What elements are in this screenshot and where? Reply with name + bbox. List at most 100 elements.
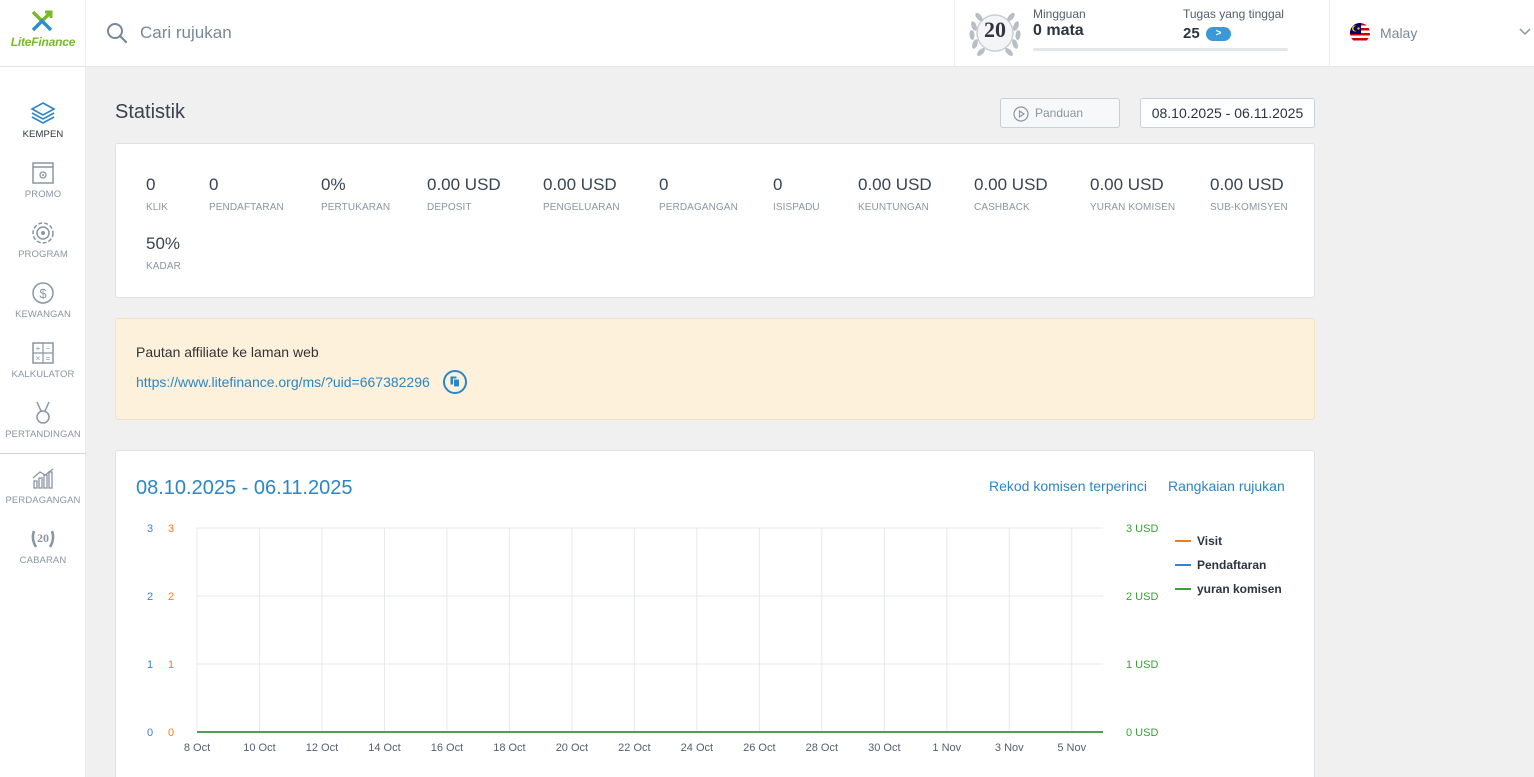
search-input[interactable] (140, 18, 840, 48)
stat-label: PENGELUARAN (543, 202, 620, 213)
malaysia-flag-icon (1350, 23, 1370, 43)
x-tick-label: 12 Oct (306, 742, 338, 754)
y-left-tick-label: 2 (147, 591, 153, 603)
tasks-open-button[interactable]: > (1206, 27, 1231, 41)
calculator-icon: + − × = (32, 342, 54, 364)
sidebar-item-kewangan[interactable]: $ KEWANGAN (0, 280, 86, 336)
sidebar-item-label: PERDAGANGAN (5, 495, 81, 506)
guide-button-label: Panduan (1035, 106, 1084, 120)
sidebar-divider (0, 453, 86, 454)
stat-value: 0.00 USD (543, 175, 617, 194)
date-range-picker[interactable]: 08.10.2025 - 06.11.2025 (1140, 98, 1315, 128)
litefinance-logo-icon (31, 10, 53, 32)
sidebar-item-label: PROMO (24, 189, 62, 200)
y-left-tick-label: 1 (147, 659, 153, 671)
weekly-badge-number: 20 (984, 17, 1006, 42)
stat-label: DEPOSIT (427, 202, 472, 213)
copy-link-button[interactable] (443, 370, 467, 394)
sidebar-item-cabaran[interactable]: 20 CABARAN (0, 526, 86, 582)
sidebar-item-pertandingan[interactable]: PERTANDINGAN (0, 400, 86, 456)
sidebar-item-program[interactable]: PROGRAM (0, 220, 86, 276)
promo-window-icon (32, 162, 54, 184)
sidebar-item-promo[interactable]: PROMO (0, 160, 86, 216)
y-left-tick-label: 0 (147, 727, 153, 739)
search-icon (107, 23, 128, 44)
stat-sub-commission: 0.00 USD SUB-KOMISYEN (1210, 175, 1288, 213)
stat-value: 0.00 USD (427, 175, 501, 194)
stat-conversion: 0% PERTUKARAN (321, 175, 390, 213)
stat-cashback: 0.00 USD CASHBACK (974, 175, 1048, 213)
guide-button[interactable]: Panduan (1000, 98, 1120, 128)
sidebar-item-label: KEMPEN (22, 129, 64, 140)
weekly-label: Mingguan (1033, 7, 1086, 21)
tasks-remaining-value: 25 (1183, 25, 1200, 42)
stat-label: KADAR (146, 261, 181, 272)
stat-value: 0.00 USD (974, 175, 1048, 194)
x-tick-label: 8 Oct (184, 742, 210, 754)
stat-clicks: 0 KLIK (146, 175, 168, 213)
target-gear-icon (32, 222, 54, 244)
stat-label: PERDAGANGAN (659, 202, 738, 213)
affiliate-link-card: Pautan affiliate ke laman web https://ww… (115, 318, 1315, 420)
stat-label: PENDAFTARAN (209, 202, 284, 213)
x-tick-label: 28 Oct (806, 742, 838, 754)
language-label: Malay (1380, 25, 1418, 41)
brand-logo[interactable]: LiteFinance (0, 0, 86, 67)
svg-text:=: = (46, 354, 51, 363)
stat-value: 0 (659, 175, 669, 194)
y-left2-tick-label: 2 (168, 591, 174, 603)
sidebar-item-kalkulator[interactable]: + − × = KALKULATOR (0, 340, 86, 396)
affiliate-link-title: Pautan affiliate ke laman web (136, 344, 319, 360)
stat-label: SUB-KOMISYEN (1210, 202, 1288, 213)
x-tick-label: 30 Oct (868, 742, 900, 754)
sidebar-item-label: PERTANDINGAN (5, 429, 81, 440)
sidebar-item-kempen[interactable]: KEMPEN (0, 100, 86, 156)
x-tick-label: 1 Nov (932, 742, 961, 754)
stat-trades: 0 PERDAGANGAN (659, 175, 738, 213)
stat-deposit: 0.00 USD DEPOSIT (427, 175, 501, 213)
sidebar-item-perdagangan[interactable]: PERDAGANGAN (0, 466, 86, 522)
y-right-tick-label: 0 USD (1126, 727, 1158, 739)
weekly-points-panel[interactable]: 20 Mingguan 0 mata Tugas yang tinggal 25… (954, 0, 1330, 67)
svg-text:$: $ (39, 286, 47, 301)
weekly-points-value: 0 mata (1033, 22, 1084, 39)
stat-registrations: 0 PENDAFTARAN (209, 175, 284, 213)
affiliate-link[interactable]: https://www.litefinance.org/ms/?uid=6673… (136, 374, 430, 390)
stat-label: KLIK (146, 202, 169, 213)
x-tick-label: 22 Oct (618, 742, 650, 754)
medal-icon (36, 401, 50, 424)
copy-icon (450, 376, 460, 388)
stat-value: 0 (209, 175, 219, 194)
stat-value: 0 (146, 175, 156, 194)
chevron-down-icon (1519, 28, 1531, 36)
x-tick-label: 14 Oct (368, 742, 400, 754)
stat-commission-fee: 0.00 USD YURAN KOMISEN (1090, 175, 1175, 213)
x-tick-label: 18 Oct (493, 742, 525, 754)
y-right-tick-label: 3 USD (1126, 523, 1158, 535)
stat-value: 0.00 USD (858, 175, 932, 194)
page-title: Statistik (115, 101, 186, 123)
stat-value: 0 (773, 175, 783, 194)
bar-chart-icon (32, 468, 54, 489)
stat-label: ISISPADU (773, 202, 820, 213)
y-right-tick-label: 1 USD (1126, 659, 1158, 671)
stat-label: PERTUKARAN (321, 202, 391, 213)
top-bar: LiteFinance 20 Mingguan (0, 0, 1534, 67)
stat-value: 50% (146, 234, 181, 253)
sidebar-item-label: PROGRAM (18, 249, 68, 260)
y-left2-tick-label: 0 (168, 727, 174, 739)
tasks-remaining-label: Tugas yang tinggal (1183, 7, 1284, 21)
sidebar-item-label: KALKULATOR (11, 369, 75, 380)
stat-value: 0% (321, 175, 346, 194)
stat-profit: 0.00 USD KEUNTUNGAN (858, 175, 932, 213)
x-tick-label: 3 Nov (995, 742, 1024, 754)
y-left2-tick-label: 1 (168, 659, 174, 671)
stat-withdrawal: 0.00 USD PENGELUARAN (543, 175, 620, 213)
language-selector[interactable]: Malay (1330, 0, 1534, 67)
legend-label: Visit (1197, 534, 1222, 548)
legend-label: yuran komisen (1197, 582, 1282, 596)
chart-card: 08.10.2025 - 06.11.2025 Rekod komisen te… (115, 450, 1315, 777)
stat-label: CASHBACK (974, 202, 1030, 213)
stat-label: YURAN KOMISEN (1090, 202, 1176, 213)
x-tick-label: 16 Oct (431, 742, 463, 754)
